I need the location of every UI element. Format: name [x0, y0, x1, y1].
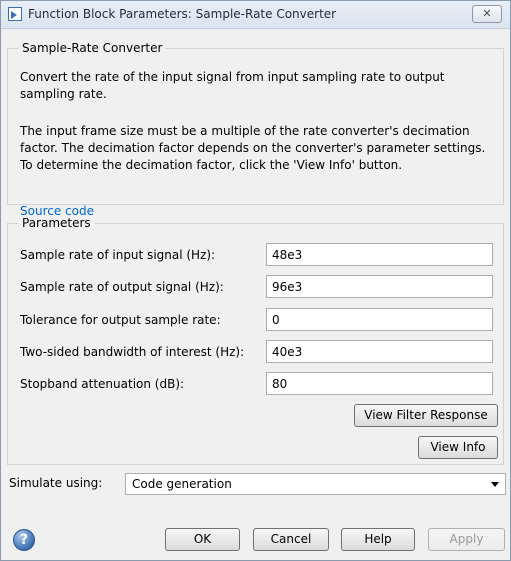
title-bar[interactable]: Function Block Parameters: Sample-Rate C… [1, 1, 510, 29]
bandwidth-label: Two-sided bandwidth of interest (Hz): [20, 345, 245, 359]
parameters-group: Parameters Sample rate of input signal (… [7, 216, 504, 465]
stopband-attenuation-field[interactable] [266, 372, 493, 395]
parameters-group-label: Parameters [18, 216, 95, 231]
description-group-label: Sample-Rate Converter [18, 41, 167, 56]
cancel-button[interactable]: Cancel [253, 528, 329, 551]
description-text-1: Convert the rate of the input signal fro… [20, 70, 445, 101]
ok-button[interactable]: OK [165, 528, 240, 551]
close-button[interactable]: ✕ [472, 5, 502, 23]
description-text-2: The input frame size must be a multiple … [20, 124, 486, 172]
apply-button[interactable]: Apply [428, 528, 505, 551]
output-rate-label: Sample rate of output signal (Hz): [20, 280, 224, 294]
dialog-window: Function Block Parameters: Sample-Rate C… [0, 0, 511, 561]
simulate-using-value: Code generation [132, 477, 232, 491]
simulate-using-dropdown[interactable]: Code generation [125, 473, 506, 495]
input-rate-label: Sample rate of input signal (Hz): [20, 248, 216, 262]
simulink-block-icon [8, 7, 22, 21]
bandwidth-field[interactable] [266, 340, 493, 363]
view-filter-response-button[interactable]: View Filter Response [354, 404, 498, 427]
tolerance-label: Tolerance for output sample rate: [20, 313, 221, 327]
help-button[interactable]: Help [341, 528, 415, 551]
dropdown-arrow-icon[interactable] [491, 482, 499, 487]
description-group: Sample-Rate Converter Convert the rate o… [7, 41, 504, 218]
window-title: Function Block Parameters: Sample-Rate C… [28, 7, 337, 21]
view-info-button[interactable]: View Info [418, 436, 498, 459]
output-rate-field[interactable] [266, 275, 493, 298]
simulate-using-label: Simulate using: [9, 476, 103, 490]
tolerance-field[interactable] [266, 308, 493, 331]
stopband-attenuation-label: Stopband attenuation (dB): [20, 377, 185, 391]
input-rate-field[interactable] [266, 243, 493, 266]
help-icon[interactable]: ? [13, 529, 35, 551]
